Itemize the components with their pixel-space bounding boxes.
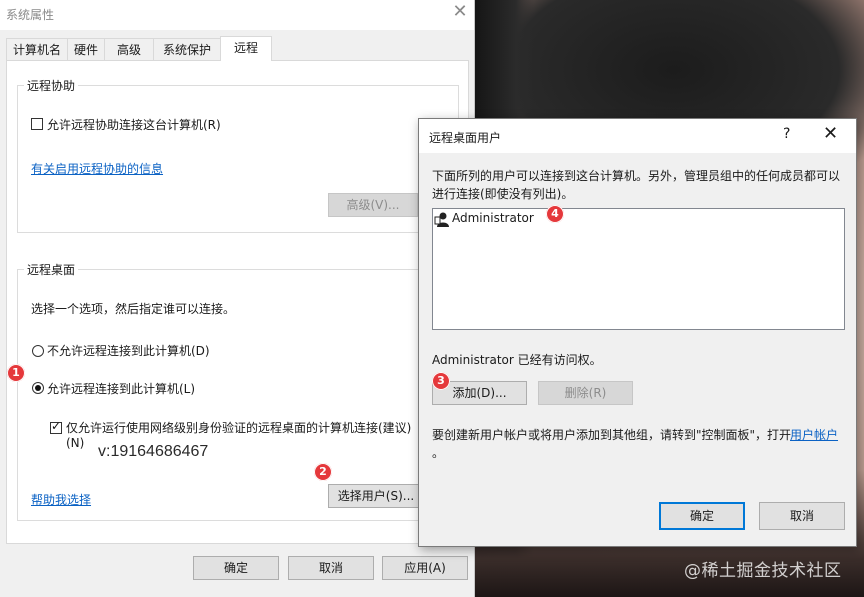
annotation-badge-1: 1 (7, 364, 25, 382)
help-me-choose-link[interactable]: 帮助我选择 (31, 491, 91, 508)
tab-advanced[interactable]: 高级 (104, 38, 154, 60)
description-line-2: 进行连接(即使没有列出)。 (432, 187, 574, 201)
close-icon[interactable]: ✕ (446, 0, 474, 26)
nla-label[interactable]: 仅允许运行使用网络级别身份验证的远程桌面的计算机连接(建议) (66, 419, 411, 436)
list-item[interactable]: Administrator (433, 209, 633, 229)
apply-button[interactable]: 应用(A) (382, 556, 468, 580)
window-title: 系统属性 (6, 8, 55, 22)
remote-assistance-group: 远程协助 允许远程协助连接这台计算机(R) 有关启用远程协助的信息 高级(V).… (17, 77, 459, 233)
deny-remote-radio[interactable] (32, 345, 44, 357)
allow-remote-assistance-checkbox[interactable] (31, 118, 43, 130)
help-icon[interactable]: ? (783, 126, 790, 142)
group-label: 远程协助 (24, 77, 79, 94)
allow-remote-assistance-label[interactable]: 允许远程协助连接这台计算机(R) (47, 116, 221, 133)
tab-system-protection[interactable]: 系统保护 (153, 38, 221, 60)
remote-desktop-users-dialog: 远程桌面用户 ? ✕ 下面所列的用户可以连接到这台计算机。另外，管理员组中的任何… (418, 118, 857, 547)
description-line-1: 下面所列的用户可以连接到这台计算机。另外，管理员组中的任何成员都可以 (432, 169, 841, 183)
nla-label-shortcut[interactable]: (N) (66, 436, 84, 450)
dialog-ok-button[interactable]: 确定 (659, 502, 745, 530)
select-users-button[interactable]: 选择用户(S)... (328, 484, 424, 508)
group-label: 远程桌面 (24, 261, 79, 278)
ok-button[interactable]: 确定 (193, 556, 279, 580)
tab-computer-name[interactable]: 计算机名 (6, 38, 68, 60)
cancel-button[interactable]: 取消 (288, 556, 374, 580)
nla-checkbox[interactable] (50, 419, 62, 434)
allow-remote-radio[interactable] (32, 382, 44, 394)
user-accounts-link[interactable]: 用户帐户 (790, 426, 838, 443)
remote-assistance-info-link[interactable]: 有关启用远程协助的信息 (31, 160, 163, 177)
remote-tab-panel: 远程协助 允许远程协助连接这台计算机(R) 有关启用远程协助的信息 高级(V).… (6, 60, 469, 544)
allow-remote-label[interactable]: 允许远程连接到此计算机(L) (47, 380, 195, 397)
advanced-button[interactable]: 高级(V)... (328, 193, 418, 217)
system-properties-window: 系统属性 ✕ 计算机名 硬件 高级 系统保护 远程 远程协助 允许远程协助连接这… (0, 0, 475, 597)
overlay-text: v:19164686467 (98, 443, 209, 460)
dialog-title-bar: 远程桌面用户 ? ✕ (419, 119, 856, 153)
dialog-cancel-button[interactable]: 取消 (759, 502, 845, 530)
close-icon[interactable]: ✕ (823, 123, 838, 144)
watermark: @稀土掘金技术社区 (684, 561, 842, 581)
user-name: Administrator (452, 211, 534, 225)
user-icon (434, 211, 450, 227)
access-status-text: Administrator 已经有访问权。 (432, 353, 602, 367)
info-text: 要创建新用户帐户或将用户添加到其他组，请转到"控制面板"，打开 (432, 428, 792, 442)
annotation-badge-3: 3 (432, 372, 450, 390)
tab-remote[interactable]: 远程 (220, 36, 272, 61)
info-text-end: 。 (432, 446, 445, 460)
instruction-text: 选择一个选项，然后指定谁可以连接。 (31, 302, 236, 316)
remote-desktop-group: 远程桌面 选择一个选项，然后指定谁可以连接。 不允许远程连接到此计算机(D) 允… (17, 261, 459, 521)
remove-user-button[interactable]: 删除(R) (538, 381, 633, 405)
deny-remote-label[interactable]: 不允许远程连接到此计算机(D) (47, 342, 210, 359)
users-listbox[interactable]: Administrator (432, 208, 845, 330)
dialog-title: 远程桌面用户 (429, 131, 502, 145)
title-bar: 系统属性 ✕ (0, 0, 474, 30)
annotation-badge-4: 4 (546, 205, 564, 223)
tab-hardware[interactable]: 硬件 (67, 38, 105, 60)
annotation-badge-2: 2 (314, 463, 332, 481)
